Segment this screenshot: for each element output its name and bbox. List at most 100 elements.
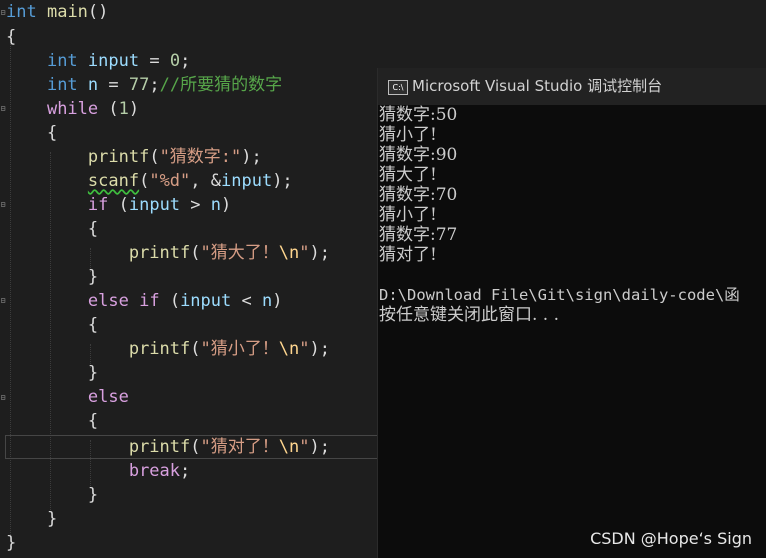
code-line[interactable]: { (6, 121, 57, 145)
code-token: ) (272, 291, 283, 311)
code-line[interactable]: { (6, 25, 16, 49)
code-line[interactable]: int n = 77;//所要猜的数字 (6, 73, 282, 97)
code-token: n (261, 291, 273, 311)
console-output-line: 猜小了! (379, 205, 437, 225)
code-token: ; (149, 75, 160, 95)
code-line[interactable]: } (6, 483, 98, 507)
code-line[interactable]: printf("猜数字:"); (6, 145, 262, 169)
code-token: \n (278, 339, 300, 359)
code-token: break (128, 461, 181, 481)
code-token: else (87, 291, 129, 311)
code-token: 0 (169, 51, 181, 71)
console-output-line: 猜数字:77 (379, 225, 458, 245)
code-token: printf (128, 437, 191, 457)
console-output-line: 猜数字:70 (379, 185, 458, 205)
code-line[interactable]: { (6, 409, 98, 433)
code-token: } (6, 267, 99, 287)
code-token: "猜对了！ (200, 437, 279, 457)
console-output-line: 猜小了! (379, 125, 437, 145)
code-token: ) (128, 99, 140, 119)
code-token: { (6, 123, 58, 143)
code-token: ( (108, 195, 129, 215)
code-line[interactable]: int main() (6, 0, 108, 24)
code-token: ; (180, 461, 191, 481)
code-token: ( (190, 437, 201, 457)
code-line[interactable]: int input = 0; (6, 49, 190, 73)
code-token: ( (190, 339, 201, 359)
code-token: ); (241, 147, 262, 167)
code-token: 1 (118, 99, 129, 119)
console-output-line: D:\Download File\Git\sign\daily-code\函 (379, 286, 740, 304)
code-token: , & (190, 171, 221, 191)
console-output-line: 猜对了! (379, 245, 437, 265)
code-token: 77 (128, 75, 150, 95)
console-output-line: 猜大了! (379, 165, 437, 185)
code-line[interactable]: break; (6, 459, 190, 483)
code-token: n (210, 195, 222, 215)
code-token: input (221, 171, 273, 191)
code-token: " (299, 339, 310, 359)
code-token: > (180, 195, 211, 215)
code-token: { (6, 219, 99, 239)
code-token: int (46, 51, 78, 71)
code-token: \n (278, 437, 300, 457)
console-title: Microsoft Visual Studio 调试控制台 (412, 77, 663, 95)
code-token: scanf (87, 171, 140, 191)
code-line[interactable]: { (6, 313, 98, 337)
code-token: printf (128, 339, 191, 359)
code-token: ); (309, 339, 330, 359)
code-token: printf (87, 147, 150, 167)
code-line[interactable]: } (6, 531, 16, 555)
code-line[interactable]: } (6, 265, 98, 289)
code-token: else (87, 387, 129, 407)
code-token: } (6, 533, 17, 553)
code-line[interactable]: } (6, 361, 98, 385)
console-titlebar[interactable]: C:\ Microsoft Visual Studio 调试控制台 (378, 68, 766, 105)
code-token: = (98, 75, 129, 95)
code-line[interactable]: printf("猜小了！\n"); (6, 337, 330, 361)
code-line[interactable]: else (6, 385, 129, 409)
code-token: { (6, 411, 99, 431)
code-line[interactable]: printf("猜大了！\n"); (6, 241, 330, 265)
code-token: } (6, 485, 99, 505)
console-output-line: 猜数字:50 (379, 105, 458, 125)
code-line[interactable]: else if (input < n) (6, 289, 283, 313)
code-line[interactable]: while (1) (6, 97, 139, 121)
code-token: input (128, 195, 181, 215)
debug-console-window[interactable]: C:\ Microsoft Visual Studio 调试控制台 猜数字:50… (377, 68, 766, 558)
code-token: printf (128, 243, 191, 263)
code-line[interactable]: scanf("%d", &input); (6, 169, 293, 193)
code-token: if (87, 195, 109, 215)
code-token: "%d" (149, 171, 191, 191)
code-token: () (87, 2, 109, 22)
code-line[interactable]: } (6, 507, 57, 531)
code-token: ) (221, 195, 232, 215)
code-token: \n (278, 243, 300, 263)
code-token: ); (309, 437, 330, 457)
code-line[interactable]: { (6, 217, 98, 241)
code-line[interactable]: printf("猜对了！\n"); (6, 435, 330, 459)
code-token: ( (149, 147, 160, 167)
code-token: int (46, 75, 78, 95)
code-token: ); (272, 171, 293, 191)
code-token: ; (180, 51, 191, 71)
code-line[interactable]: if (input > n) (6, 193, 231, 217)
console-output[interactable]: 猜数字:50 猜小了! 猜数字:90 猜大了! 猜数字:70 猜小了! 猜数字:77 猜对了!… (379, 105, 766, 525)
code-token: " (299, 243, 310, 263)
code-token: input (87, 51, 140, 71)
code-token: ( (139, 171, 150, 191)
code-token: " (299, 437, 310, 457)
code-token: "猜数字:" (159, 147, 242, 167)
code-token: } (6, 363, 99, 383)
